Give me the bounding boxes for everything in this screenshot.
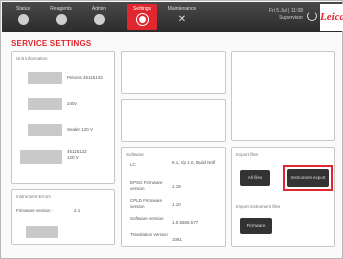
unit-row-value: 45115132 120 V — [67, 149, 87, 160]
reagents-icon — [55, 14, 67, 25]
empty-panel — [121, 51, 226, 94]
errors-button[interactable] — [26, 226, 58, 238]
settings-icon — [136, 14, 148, 25]
sw-value: 1.10 — [172, 202, 181, 207]
tab-label: Settings — [132, 6, 152, 12]
maintenance-icon: ✕ — [177, 14, 187, 25]
tab-label: Admin — [91, 6, 107, 12]
instrument-errors-panel: Instrument Errors Firmware version : 2.1 — [11, 189, 115, 245]
sw-label: EPSG Firmware version — [130, 180, 163, 191]
sw-label: Translation version — [130, 232, 168, 237]
row-label: Firmware version : — [16, 208, 54, 213]
unit-row-value: Sealer 120 V — [67, 127, 94, 132]
unit-row-button[interactable] — [20, 150, 62, 164]
user-text: Supervisor — [279, 15, 303, 21]
tab-label: Status — [15, 6, 31, 12]
tab-maintenance[interactable]: Maintenance ✕ — [164, 4, 200, 30]
panel-title: Unit information — [16, 56, 48, 61]
sw-label: Software version — [130, 216, 164, 221]
unit-row-value: Pelonis 45115132 — [67, 75, 103, 80]
datetime-text: Fri 5 Jul | 11:08 — [269, 8, 303, 14]
top-nav-bar: Status Reagents Admin Settings Maintenan… — [2, 2, 343, 32]
tab-admin[interactable]: Admin — [84, 4, 114, 30]
page-title: SERVICE SETTINGS — [11, 39, 92, 48]
sw-label: CPLD Firmware version — [130, 198, 163, 209]
unit-row-button[interactable] — [28, 72, 62, 84]
sw-value: 1.0.6565.577 — [172, 220, 199, 225]
row-value: 2.1 — [74, 208, 81, 213]
sw-label: LC — [130, 162, 136, 167]
sw-value: 1061 — [172, 237, 183, 242]
sw-value: 8.1, r/p 1.0, Build Nnlf — [172, 160, 216, 165]
power-icon[interactable] — [307, 11, 317, 21]
admin-icon — [93, 14, 105, 25]
app-window: Status Reagents Admin Settings Maintenan… — [0, 0, 343, 259]
unit-row-button[interactable] — [28, 98, 62, 110]
panel-title: Software — [126, 152, 144, 157]
status-area: Fri 5 Jul | 11:08 Supervisor — [247, 8, 303, 24]
panel-title: Instrument Errors — [16, 194, 51, 199]
software-panel: Software LC 8.1, r/p 1.0, Build Nnlf EPS… — [121, 147, 226, 247]
panel-title: Export files — [236, 152, 259, 157]
unit-info-panel: Unit information Pelonis 45115132 240v S… — [11, 51, 115, 184]
empty-panel — [231, 51, 335, 141]
highlight-box — [283, 165, 333, 191]
unit-row-value: 240v — [67, 101, 77, 106]
export-panel: Export files All files Instrument export… — [231, 147, 335, 247]
firmware-button[interactable]: Firmware — [240, 218, 272, 234]
status-icon — [17, 14, 29, 25]
tab-reagents[interactable]: Reagents — [46, 4, 76, 30]
tab-label: Maintenance — [167, 6, 197, 12]
tab-status[interactable]: Status — [8, 4, 38, 30]
tab-label: Reagents — [50, 6, 72, 12]
empty-panel — [121, 99, 226, 142]
unit-row-button[interactable] — [28, 124, 62, 136]
tab-settings[interactable]: Settings — [127, 4, 157, 30]
all-files-button[interactable]: All files — [240, 170, 270, 186]
section-title: Import instrument files — [236, 204, 281, 209]
sw-value: 1.18 — [172, 184, 181, 189]
leica-logo: Leica — [320, 4, 343, 31]
